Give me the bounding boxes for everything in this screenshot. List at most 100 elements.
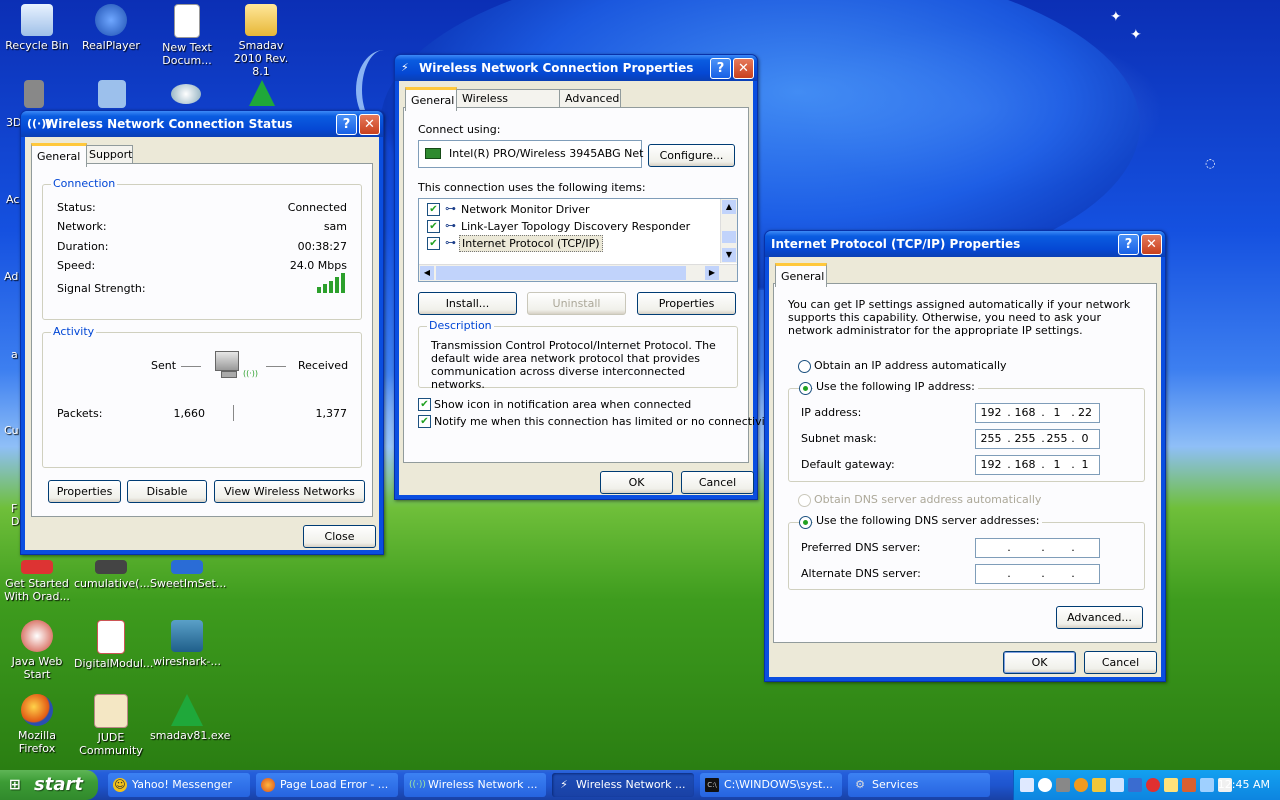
tab-general[interactable]: General xyxy=(775,263,827,287)
help-button[interactable]: ? xyxy=(1118,234,1139,255)
ip-address-field[interactable]: 192. 168. 1. 22 xyxy=(975,403,1100,423)
taskbar-item-firefox[interactable]: Page Load Error - ... xyxy=(256,773,398,797)
taskbar-item-cmd[interactable]: C:\ C:\WINDOWS\syst... xyxy=(700,773,842,797)
desktop-icon-get-started[interactable]: Get Started With Orad... xyxy=(0,560,74,603)
list-item-selected[interactable]: Internet Protocol (TCP/IP) xyxy=(459,235,603,252)
taskbar-item-wireless-status[interactable]: ((·)) Wireless Network ... xyxy=(404,773,546,797)
desktop-icon-digitalmodul[interactable]: DigitalModul... xyxy=(74,620,153,670)
tray-icon[interactable] xyxy=(1020,778,1034,792)
use-following-ip-label[interactable]: Use the following IP address: xyxy=(813,380,978,393)
ok-button[interactable]: OK xyxy=(1003,651,1076,674)
tab-wireless-networks[interactable]: Wireless Networks xyxy=(456,89,561,123)
cancel-button[interactable]: Cancel xyxy=(1084,651,1157,674)
desktop-icon-firefox[interactable]: Mozilla Firefox xyxy=(0,694,74,755)
desktop-icon-jude[interactable]: JUDE Community xyxy=(74,694,148,757)
configure-button[interactable]: Configure... xyxy=(648,144,735,167)
tray-icon[interactable] xyxy=(1182,778,1196,792)
item-properties-button[interactable]: Properties xyxy=(637,292,736,315)
tcpip-titlebar[interactable]: Internet Protocol (TCP/IP) Properties ? … xyxy=(765,231,1165,257)
tab-support[interactable]: Support xyxy=(83,145,133,164)
help-button[interactable]: ? xyxy=(336,114,357,135)
tab-general[interactable]: General xyxy=(405,87,457,111)
alternate-dns-field[interactable]: ... xyxy=(975,564,1100,584)
help-button[interactable]: ? xyxy=(710,58,731,79)
advanced-button[interactable]: Advanced... xyxy=(1056,606,1143,629)
scroll-left-icon[interactable]: ◀ xyxy=(420,266,434,280)
obtain-ip-auto-radio[interactable] xyxy=(798,360,811,373)
notify-label[interactable]: Notify me when this connection has limit… xyxy=(434,415,776,428)
desktop-icon-realplayer[interactable]: RealPlayer xyxy=(74,4,148,52)
properties-titlebar[interactable]: ⚡ Wireless Network Connection Properties… xyxy=(395,55,757,81)
desktop-icon-java[interactable]: Java Web Start xyxy=(0,620,74,681)
desktop-icon-wireshark[interactable]: wireshark-... xyxy=(150,620,224,668)
horizontal-scrollbar[interactable]: ◀ ▶ xyxy=(419,264,737,281)
obtain-ip-auto-label[interactable]: Obtain an IP address automatically xyxy=(814,359,1007,372)
item-checkbox[interactable]: ✔ xyxy=(427,203,440,216)
show-icon-checkbox[interactable]: ✔ xyxy=(418,398,431,411)
notify-checkbox[interactable]: ✔ xyxy=(418,415,431,428)
desktop-icon-eye[interactable] xyxy=(166,84,206,107)
desktop-icon-3d[interactable] xyxy=(14,80,54,111)
desktop-icon-recycle-bin[interactable]: Recycle Bin xyxy=(0,4,74,52)
scroll-down-icon[interactable]: ▼ xyxy=(722,248,736,262)
scroll-right-icon[interactable]: ▶ xyxy=(705,266,719,280)
taskbar-item-wireless-properties[interactable]: ⚡ Wireless Network ... xyxy=(552,773,694,797)
install-button[interactable]: Install... xyxy=(418,292,517,315)
tray-icon[interactable] xyxy=(1110,778,1124,792)
disable-button[interactable]: Disable xyxy=(127,480,207,503)
desktop-icon-smadav-exe[interactable]: smadav81.exe xyxy=(150,694,230,742)
close-button[interactable]: Close xyxy=(303,525,376,548)
tray-icon[interactable] xyxy=(1056,778,1070,792)
items-list[interactable]: ✔ ⊶ Network Monitor Driver ✔ ⊶ Link-Laye… xyxy=(418,198,738,282)
list-item[interactable]: Network Monitor Driver xyxy=(461,203,590,216)
scroll-up-icon[interactable]: ▲ xyxy=(722,200,736,214)
status-client: General Support Connection Status: Conne… xyxy=(25,137,379,550)
close-window-button[interactable]: ✕ xyxy=(733,58,754,79)
jude-icon xyxy=(94,694,128,728)
desktop-icon-cumulative[interactable]: cumulative(... xyxy=(74,560,150,590)
cancel-button[interactable]: Cancel xyxy=(681,471,754,494)
smadav-icon xyxy=(171,694,203,726)
obtain-dns-auto-radio[interactable] xyxy=(798,494,811,507)
use-following-dns-label[interactable]: Use the following DNS server addresses: xyxy=(813,514,1043,527)
use-following-dns-radio[interactable] xyxy=(799,516,812,529)
desktop-icon-smadav[interactable]: Smadav 2010 Rev. 8.1 xyxy=(224,4,298,78)
view-wireless-networks-button[interactable]: View Wireless Networks xyxy=(214,480,365,503)
obtain-dns-auto-label[interactable]: Obtain DNS server address automatically xyxy=(814,493,1041,506)
tray-icon[interactable] xyxy=(1092,778,1106,792)
uninstall-button[interactable]: Uninstall xyxy=(527,292,626,315)
clock[interactable]: 12:45 AM xyxy=(1218,778,1270,791)
default-gateway-field[interactable]: 192. 168. 1. 1 xyxy=(975,455,1100,475)
scroll-thumb[interactable] xyxy=(436,266,686,280)
tray-icon[interactable] xyxy=(1164,778,1178,792)
list-item[interactable]: Link-Layer Topology Discovery Responder xyxy=(461,220,690,233)
status-titlebar[interactable]: ((·)) Wireless Network Connection Status… xyxy=(21,111,383,137)
subnet-mask-field[interactable]: 255. 255. 255. 0 xyxy=(975,429,1100,449)
item-checkbox[interactable]: ✔ xyxy=(427,220,440,233)
tcpip-window: Internet Protocol (TCP/IP) Properties ? … xyxy=(764,230,1166,682)
taskbar-item-services[interactable]: ⚙ Services xyxy=(848,773,990,797)
tab-general[interactable]: General xyxy=(31,143,87,167)
desktop-icon-sweetim[interactable]: SweetImSet... xyxy=(150,560,226,590)
item-checkbox[interactable]: ✔ xyxy=(427,237,440,250)
desktop-icon-smadav-2[interactable] xyxy=(242,80,282,109)
taskbar-item-yahoo[interactable]: ☺ Yahoo! Messenger xyxy=(108,773,250,797)
vertical-scrollbar[interactable]: ▲ ▼ xyxy=(720,199,737,263)
scroll-thumb[interactable] xyxy=(722,231,736,243)
tray-icon[interactable] xyxy=(1200,778,1214,792)
ok-button[interactable]: OK xyxy=(600,471,673,494)
start-button[interactable]: ⊞ start xyxy=(0,770,98,800)
desktop-icon-new-text[interactable]: New Text Docum... xyxy=(150,4,224,67)
use-following-ip-radio[interactable] xyxy=(799,382,812,395)
desktop-icon-ac[interactable] xyxy=(92,80,132,111)
tray-icon[interactable] xyxy=(1074,778,1088,792)
show-icon-label[interactable]: Show icon in notification area when conn… xyxy=(434,398,691,411)
tab-advanced[interactable]: Advanced xyxy=(559,89,621,108)
preferred-dns-field[interactable]: ... xyxy=(975,538,1100,558)
properties-button[interactable]: Properties xyxy=(48,480,121,503)
tray-icon[interactable] xyxy=(1128,778,1142,792)
tray-icon[interactable] xyxy=(1038,778,1052,792)
close-window-button[interactable]: ✕ xyxy=(1141,234,1162,255)
tray-icon[interactable] xyxy=(1146,778,1160,792)
close-window-button[interactable]: ✕ xyxy=(359,114,380,135)
